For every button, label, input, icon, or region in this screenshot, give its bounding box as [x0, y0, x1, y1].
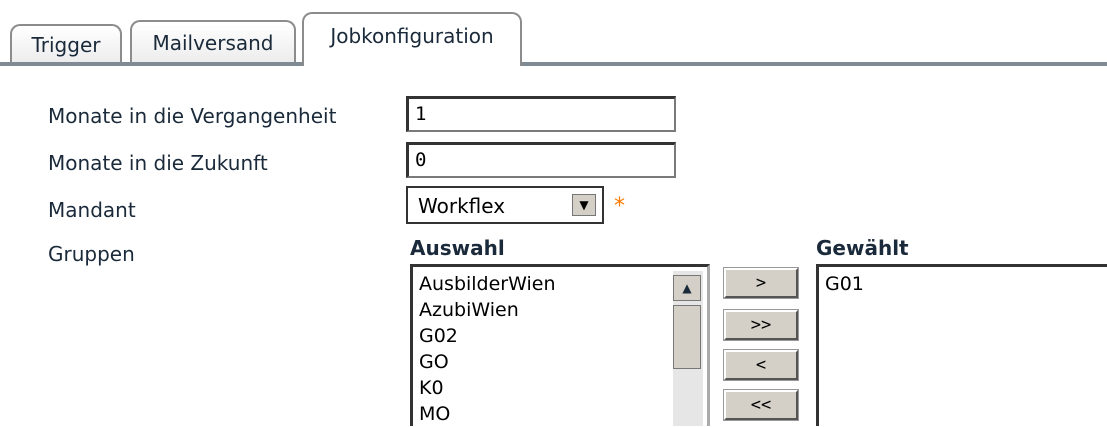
tab-jobkonfiguration[interactable]: Jobkonfiguration	[302, 12, 522, 66]
available-heading: Auswahl	[410, 236, 505, 260]
list-item[interactable]: G01	[825, 271, 864, 297]
list-item[interactable]: GO	[419, 349, 556, 375]
future-months-input[interactable]: 0	[406, 142, 676, 178]
list-item[interactable]: MO	[419, 401, 556, 427]
required-marker: *	[614, 194, 625, 219]
list-item[interactable]: K0	[419, 375, 556, 401]
list-item[interactable]: AzubiWien	[419, 297, 556, 323]
groups-label: Gruppen	[48, 242, 135, 266]
past-months-input[interactable]: 1	[406, 96, 676, 132]
active-tab-gap	[304, 62, 520, 66]
list-item[interactable]: AusbilderWien	[419, 271, 556, 297]
tab-trigger[interactable]: Trigger	[10, 24, 122, 64]
chosen-heading: Gewählt	[816, 236, 909, 260]
remove-button[interactable]: <	[723, 349, 799, 381]
past-months-label: Monate in die Vergangenheit	[48, 104, 337, 128]
future-months-label: Monate in die Zukunft	[48, 151, 268, 175]
client-select[interactable]: Workflex ▼	[406, 186, 604, 224]
scroll-thumb[interactable]	[673, 305, 701, 369]
triangle-up-icon[interactable]: ▲	[673, 275, 701, 301]
tab-bar: Trigger Mailversand Jobkonfiguration	[0, 0, 1107, 66]
client-select-value: Workflex	[418, 194, 506, 218]
client-label: Mandant	[48, 198, 136, 222]
chosen-groups-list[interactable]: G01	[816, 264, 1107, 426]
scrollbar[interactable]: ▲	[673, 271, 703, 426]
remove-all-button[interactable]: <<	[723, 389, 799, 421]
add-all-button[interactable]: >>	[723, 309, 799, 341]
chosen-items: G01	[825, 271, 864, 297]
available-items: AusbilderWien AzubiWien G02 GO K0 MO	[419, 271, 556, 427]
tab-mailversand[interactable]: Mailversand	[130, 20, 296, 64]
tab-underline	[0, 62, 1107, 66]
add-button[interactable]: >	[723, 267, 799, 299]
available-groups-list[interactable]: AusbilderWien AzubiWien G02 GO K0 MO ▲	[410, 264, 710, 426]
triangle-down-icon[interactable]: ▼	[572, 194, 596, 216]
list-item[interactable]: G02	[419, 323, 556, 349]
